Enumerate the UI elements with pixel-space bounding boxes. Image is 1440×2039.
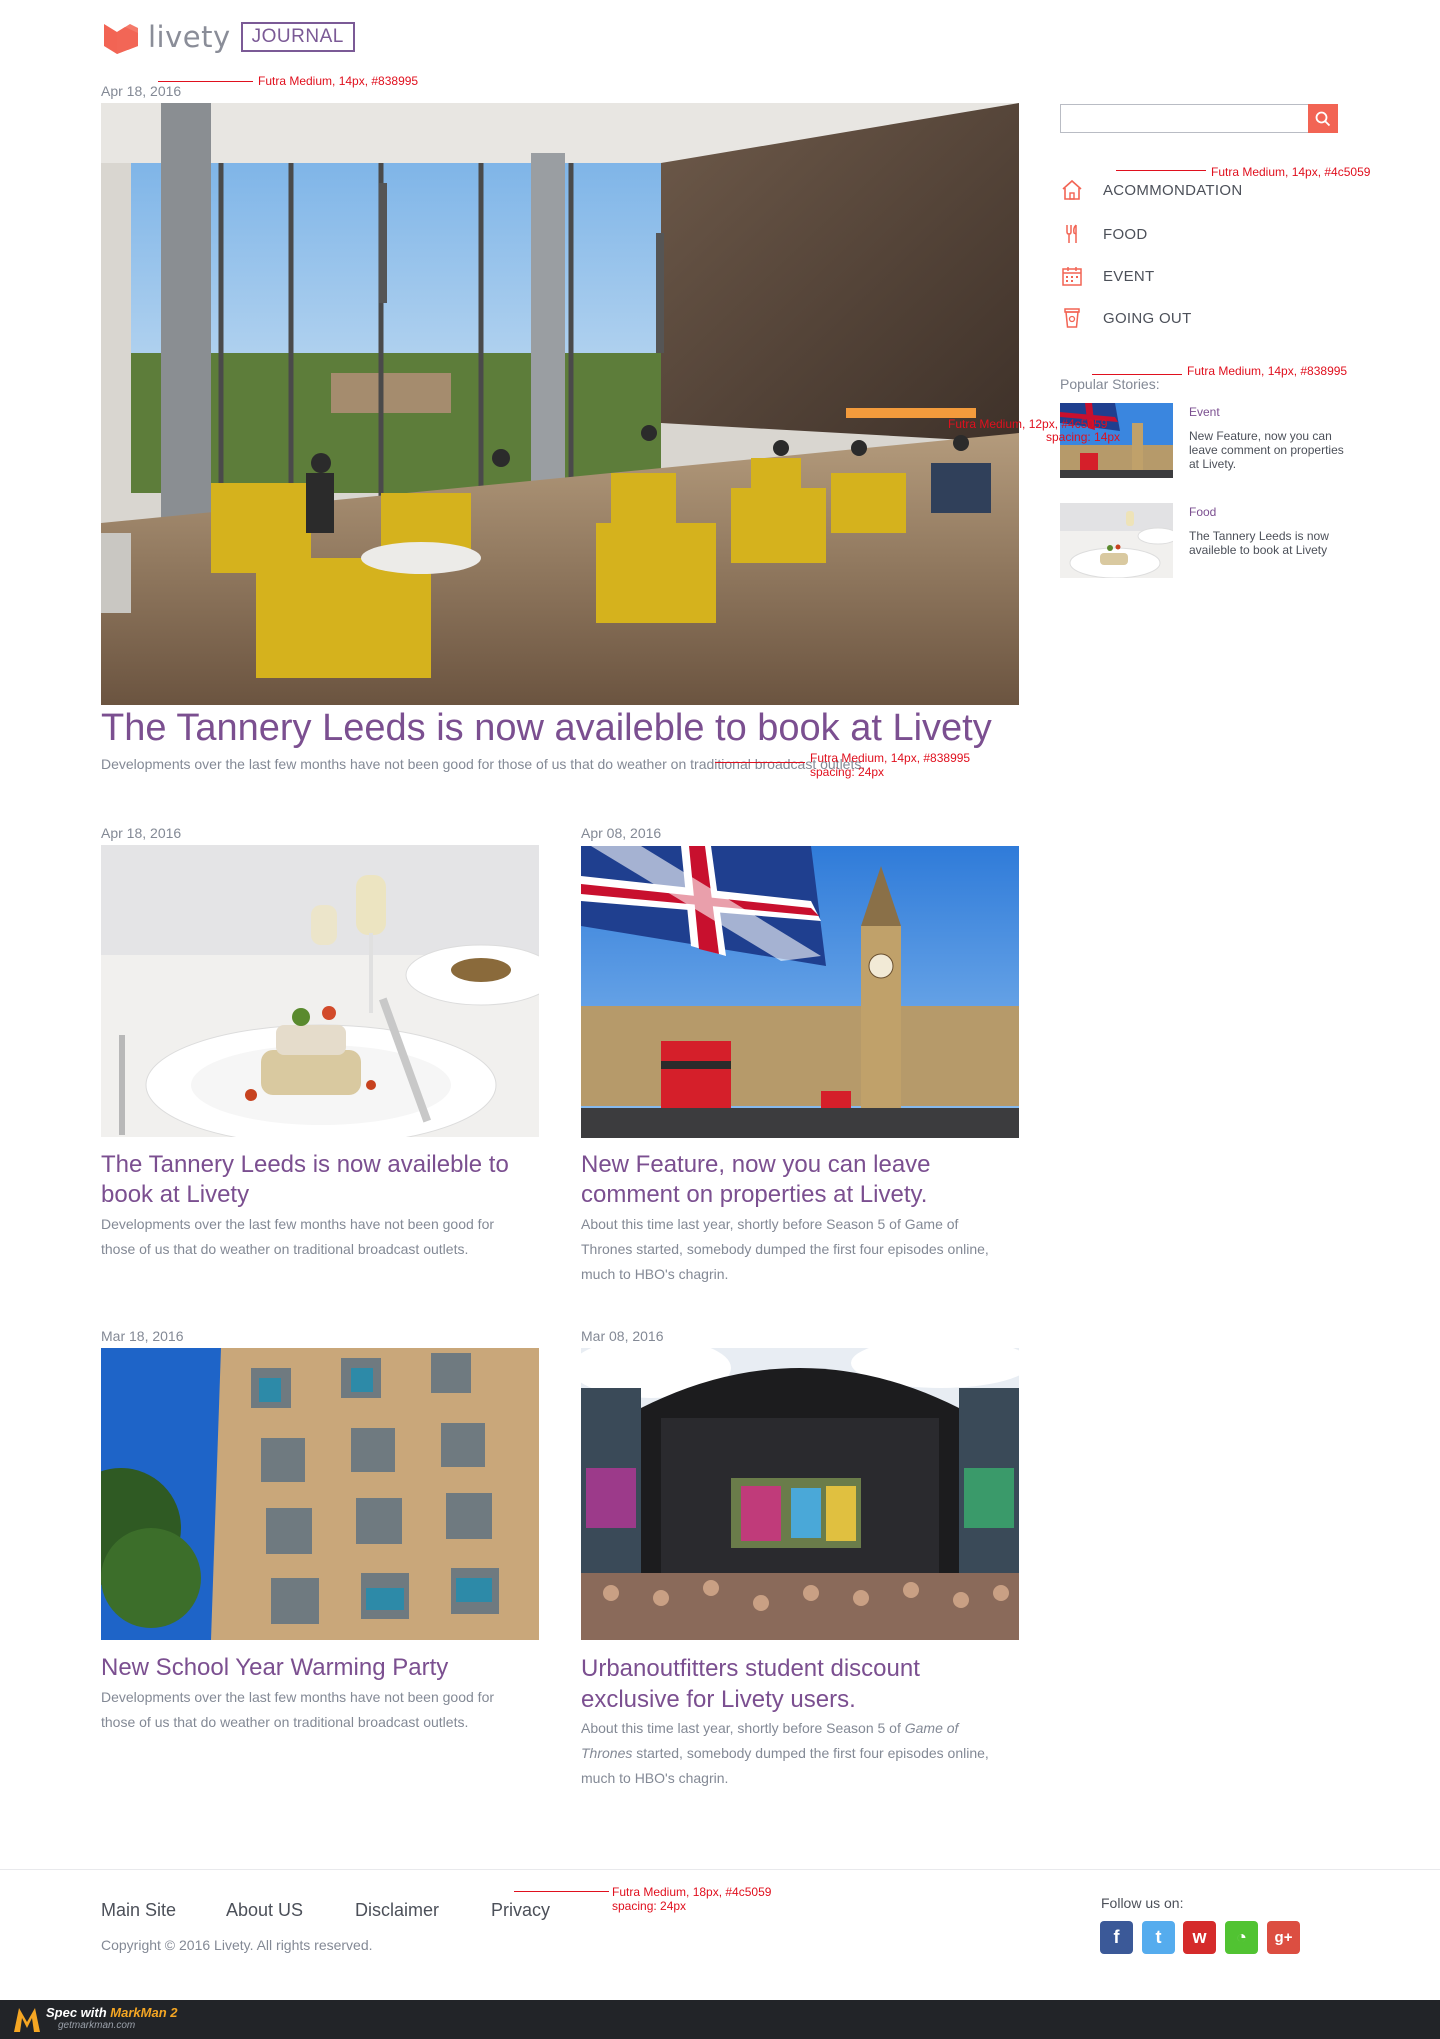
footer-divider bbox=[0, 1869, 1440, 1870]
popular-story-text: The Tannery Leeds is now availeble to bo… bbox=[1189, 529, 1329, 557]
sidebar-item-going-out[interactable]: GOING OUT bbox=[1060, 306, 1192, 330]
annotation: Futra Medium, 14px, #4c5059 bbox=[1211, 165, 1371, 179]
search-icon bbox=[1315, 111, 1331, 126]
copyright-text: Copyright © 2016 Livety. All rights rese… bbox=[101, 1937, 373, 1953]
follow-label: Follow us on: bbox=[1101, 1895, 1184, 1911]
markman-site: getmarkman.com bbox=[58, 2020, 136, 2031]
hero-title[interactable]: The Tannery Leeds is now availeble to bo… bbox=[101, 707, 1061, 750]
facebook-icon[interactable]: f bbox=[1100, 1921, 1133, 1954]
markman-bar: Spec with MarkMan 2 getmarkman.com bbox=[0, 2000, 1440, 2039]
hero-date: Apr 18, 2016 bbox=[101, 83, 182, 99]
cup-icon bbox=[1064, 308, 1080, 328]
annotation: Futra Medium, 14px, #838995 bbox=[810, 751, 971, 765]
annotation-line bbox=[514, 1891, 609, 1892]
article-title[interactable]: New School Year Warming Party bbox=[101, 1653, 541, 1683]
article-title[interactable]: New Feature, now you can leave comment o… bbox=[581, 1150, 1001, 1210]
annotation: Futra Medium, 14px, #838995 bbox=[258, 74, 419, 88]
sidebar-item-label: GOING OUT bbox=[1103, 309, 1192, 327]
popular-stories-heading: Popular Stories: bbox=[1060, 376, 1160, 392]
article-excerpt: About this time last year, shortly befor… bbox=[581, 1216, 989, 1282]
markman-logo-icon bbox=[14, 2008, 40, 2032]
annotation-line bbox=[158, 81, 253, 82]
article-title[interactable]: The Tannery Leeds is now availeble to bo… bbox=[101, 1150, 541, 1210]
home-icon bbox=[1062, 179, 1082, 200]
popular-story[interactable]: Food The Tannery Leeds is now availeble … bbox=[1060, 503, 1350, 578]
sidebar-item-label: FOOD bbox=[1103, 225, 1148, 243]
annotation: spacing: 14px bbox=[1046, 430, 1121, 444]
annotation: Futra Medium, 14px, #838995 bbox=[1187, 364, 1348, 378]
article-image-food[interactable] bbox=[101, 845, 539, 1137]
annotation-line bbox=[1092, 374, 1182, 375]
google-plus-icon[interactable]: g+ bbox=[1267, 1921, 1300, 1954]
livety-logo-icon bbox=[104, 20, 138, 54]
annotation: spacing: 24px bbox=[810, 765, 885, 779]
hero-image[interactable] bbox=[101, 103, 1019, 705]
article-title[interactable]: Urbanoutfitters student discount exclusi… bbox=[581, 1653, 981, 1715]
article-date: Apr 08, 2016 bbox=[581, 825, 662, 841]
weibo-icon[interactable]: w bbox=[1183, 1921, 1216, 1954]
article-date: Mar 18, 2016 bbox=[101, 1328, 184, 1344]
logo[interactable]: livety JOURNAL bbox=[104, 20, 355, 54]
annotation-line bbox=[715, 762, 805, 763]
logo-wordmark: livety bbox=[148, 20, 231, 54]
article-date: Apr 18, 2016 bbox=[101, 825, 182, 841]
popular-story-thumbnail bbox=[1060, 503, 1173, 578]
markman-credit: Spec with MarkMan 2 bbox=[46, 2005, 178, 2020]
search-input[interactable] bbox=[1061, 105, 1308, 132]
calendar-icon bbox=[1062, 267, 1082, 286]
cutlery-icon bbox=[1066, 224, 1077, 243]
twitter-icon[interactable]: t bbox=[1142, 1921, 1175, 1954]
article-image-building[interactable] bbox=[101, 1348, 539, 1640]
sidebar-item-accommodation[interactable]: ACOMMONDATION bbox=[1060, 178, 1242, 202]
popular-story-category: Event bbox=[1189, 405, 1220, 419]
footer-link-main-site[interactable]: Main Site bbox=[101, 1900, 176, 1921]
article-date: Mar 08, 2016 bbox=[581, 1328, 664, 1344]
annotation: spacing: 24px bbox=[612, 1899, 687, 1913]
footer-link-privacy[interactable]: Privacy bbox=[491, 1900, 550, 1921]
journal-badge: JOURNAL bbox=[240, 22, 355, 52]
article-excerpt: Developments over the last few months ha… bbox=[101, 1216, 495, 1257]
article-image-concert[interactable] bbox=[581, 1348, 1019, 1640]
sidebar-item-event[interactable]: EVENT bbox=[1060, 264, 1155, 288]
annotation: Futra Medium, 18px, #4c5059 bbox=[612, 1885, 772, 1899]
annotation-line bbox=[1116, 170, 1206, 171]
footer-link-disclaimer[interactable]: Disclaimer bbox=[355, 1900, 439, 1921]
sidebar-item-food[interactable]: FOOD bbox=[1060, 222, 1148, 246]
footer-link-about[interactable]: About US bbox=[226, 1900, 303, 1921]
article-image-london[interactable] bbox=[581, 846, 1019, 1138]
article-excerpt: About this time last year, shortly befor… bbox=[581, 1720, 989, 1786]
popular-story-category: Food bbox=[1189, 505, 1217, 519]
popular-story-text: New Feature, now you can leave comment o… bbox=[1189, 429, 1344, 471]
article-excerpt: Developments over the last few months ha… bbox=[101, 1689, 495, 1730]
search-box bbox=[1060, 104, 1338, 133]
sidebar-item-label: EVENT bbox=[1103, 267, 1155, 285]
search-button[interactable] bbox=[1308, 104, 1338, 133]
sidebar-item-label: ACOMMONDATION bbox=[1103, 181, 1243, 199]
wechat-icon[interactable]: ◔ bbox=[1225, 1921, 1258, 1954]
